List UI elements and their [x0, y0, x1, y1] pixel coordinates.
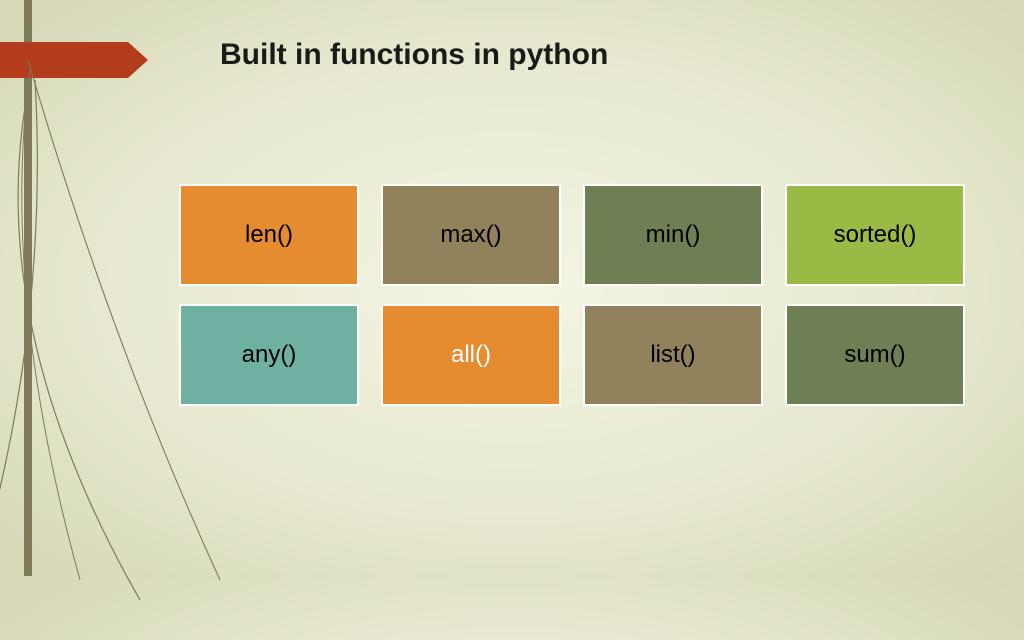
function-grid: len() max() min() sorted() any() all() l…	[180, 185, 964, 405]
tile-sorted: sorted()	[786, 185, 964, 285]
tile-label: sorted()	[834, 221, 917, 249]
tile-label: max()	[440, 221, 501, 249]
slide-title: Built in functions in python	[220, 38, 608, 72]
tile-label: list()	[650, 341, 695, 369]
tile-label: sum()	[844, 341, 905, 369]
tile-label: all()	[451, 341, 491, 369]
tile-len: len()	[180, 185, 358, 285]
tile-min: min()	[584, 185, 762, 285]
tile-sum: sum()	[786, 305, 964, 405]
tile-max: max()	[382, 185, 560, 285]
tile-all: all()	[382, 305, 560, 405]
tile-label: any()	[242, 341, 297, 369]
left-vertical-bar	[24, 0, 32, 576]
tile-label: len()	[245, 221, 293, 249]
tile-list: list()	[584, 305, 762, 405]
tile-any: any()	[180, 305, 358, 405]
tile-label: min()	[646, 221, 701, 249]
accent-arrow	[0, 42, 148, 78]
